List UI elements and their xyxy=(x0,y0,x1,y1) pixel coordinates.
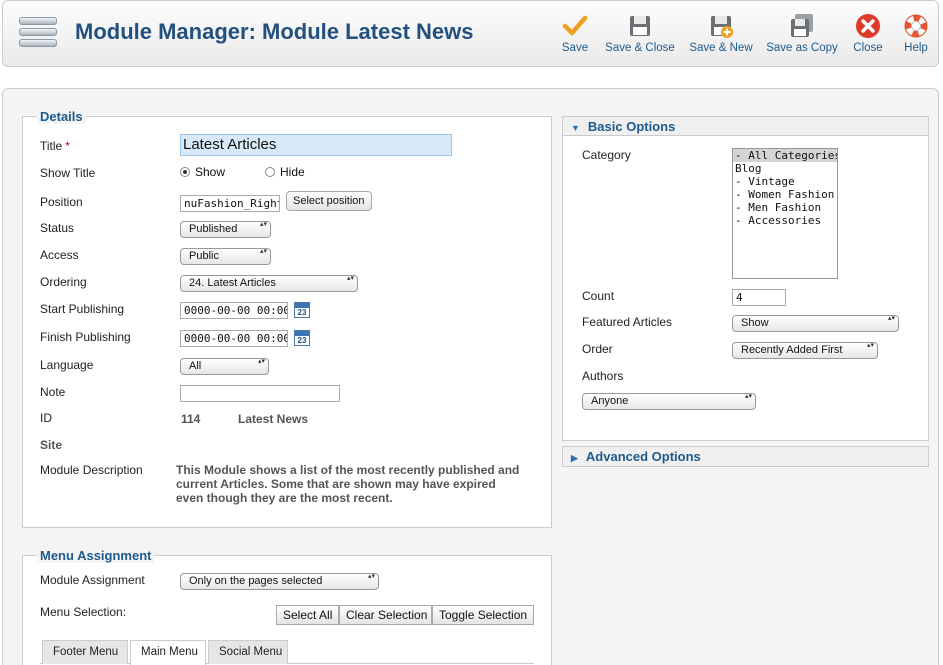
position-label: Position xyxy=(40,195,83,209)
note-label: Note xyxy=(40,385,66,399)
tab-social-menu[interactable]: Social Menu xyxy=(208,640,288,664)
close-label: Close xyxy=(853,42,883,54)
start-publishing-label: Start Publishing xyxy=(40,302,125,316)
basic-options-header[interactable]: ▼ Basic Options xyxy=(562,116,929,136)
note-input[interactable] xyxy=(180,385,340,402)
count-input[interactable]: 4 xyxy=(732,289,786,306)
status-select[interactable]: Published xyxy=(180,221,271,238)
featured-articles-label: Featured Articles xyxy=(582,315,673,329)
menu-assignment-legend: Menu Assignment xyxy=(37,548,155,565)
page-title: Module Manager: Module Latest News xyxy=(75,19,474,44)
save-check-icon xyxy=(562,13,588,39)
tab-footer-menu[interactable]: Footer Menu xyxy=(42,640,128,664)
save-new-label: Save & New xyxy=(689,42,753,54)
save-close-button[interactable]: Save & Close xyxy=(605,13,675,61)
menu-selection-label: Menu Selection: xyxy=(40,605,127,619)
count-label: Count xyxy=(582,289,615,303)
chevron-down-icon: ▼ xyxy=(571,123,580,133)
order-label: Order xyxy=(582,342,613,356)
save-new-button[interactable]: Save & New xyxy=(688,13,754,61)
save-as-copy-label: Save as Copy xyxy=(766,42,838,54)
close-button[interactable]: Close xyxy=(851,13,885,61)
module-description-label: Module Description xyxy=(40,463,143,477)
ordering-label: Ordering xyxy=(40,275,87,289)
authors-label: Authors xyxy=(582,369,624,383)
authors-select[interactable]: Anyone xyxy=(582,393,756,410)
title-label: Title * xyxy=(40,139,70,153)
position-input[interactable]: nuFashion_Right xyxy=(180,195,280,212)
category-option[interactable]: - Accessories xyxy=(733,214,837,227)
featured-articles-select[interactable]: Show xyxy=(732,315,899,332)
category-option[interactable]: - Women Fashion xyxy=(733,188,837,201)
module-assignment-select[interactable]: Only on the pages selected xyxy=(180,573,379,590)
show-title-show-radio[interactable]: Show xyxy=(180,165,225,179)
toggle-selection-button[interactable]: Toggle Selection xyxy=(432,605,534,625)
save-label: Save xyxy=(561,42,589,54)
details-legend: Details xyxy=(37,109,86,126)
toolbar-header: Module Manager: Module Latest News Save … xyxy=(2,0,939,67)
category-option[interactable]: - Vintage xyxy=(733,175,837,188)
language-select[interactable]: All xyxy=(180,358,269,375)
disk-icon xyxy=(627,13,653,39)
language-label: Language xyxy=(40,358,94,372)
order-select[interactable]: Recently Added First xyxy=(732,342,878,359)
show-title-label: Show Title xyxy=(40,166,96,180)
finish-calendar-icon[interactable]: 23 xyxy=(294,330,310,346)
category-option[interactable]: - All Categories - xyxy=(733,149,837,162)
help-label: Help xyxy=(904,42,928,54)
module-assignment-label: Module Assignment xyxy=(40,573,145,587)
close-icon xyxy=(855,13,881,39)
status-label: Status xyxy=(40,221,75,235)
chevron-right-icon: ▶ xyxy=(571,453,578,463)
category-option[interactable]: Blog xyxy=(733,162,837,175)
save-as-copy-button[interactable]: Save as Copy xyxy=(765,13,839,61)
clear-selection-button[interactable]: Clear Selection xyxy=(339,605,432,625)
module-type-value: Latest News xyxy=(238,412,309,426)
disk-copy-icon xyxy=(789,13,815,39)
access-select[interactable]: Public xyxy=(180,248,271,265)
advanced-options-header[interactable]: ▶ Advanced Options xyxy=(562,446,929,467)
category-listbox[interactable]: - All Categories - Blog - Vintage - Wome… xyxy=(732,148,838,279)
finish-publishing-input[interactable]: 0000-00-00 00:00:0 xyxy=(180,330,288,347)
select-all-button[interactable]: Select All xyxy=(276,605,339,625)
disk-plus-icon xyxy=(708,13,734,39)
start-publishing-input[interactable]: 0000-00-00 00:00:0 xyxy=(180,302,288,319)
category-label: Category xyxy=(582,148,631,162)
save-button[interactable]: Save xyxy=(559,13,591,61)
help-button[interactable]: Help xyxy=(901,13,931,61)
select-position-button[interactable]: Select position xyxy=(286,191,372,211)
show-title-hide-radio[interactable]: Hide xyxy=(265,165,305,179)
module-manager-icon xyxy=(19,17,57,51)
finish-publishing-label: Finish Publishing xyxy=(40,330,131,344)
title-input[interactable]: Latest Articles xyxy=(180,134,452,156)
lifebuoy-icon xyxy=(903,13,929,39)
id-value: 114 xyxy=(181,412,201,426)
module-description-text: This Module shows a list of the most rec… xyxy=(176,463,520,505)
access-label: Access xyxy=(40,248,79,262)
save-close-label: Save & Close xyxy=(605,42,675,54)
category-option[interactable]: - Men Fashion xyxy=(733,201,837,214)
tab-main-menu[interactable]: Main Menu xyxy=(130,640,206,665)
id-label: ID xyxy=(40,411,52,425)
site-label: Site xyxy=(40,438,63,452)
ordering-select[interactable]: 24. Latest Articles xyxy=(180,275,358,292)
start-calendar-icon[interactable]: 23 xyxy=(294,302,310,318)
